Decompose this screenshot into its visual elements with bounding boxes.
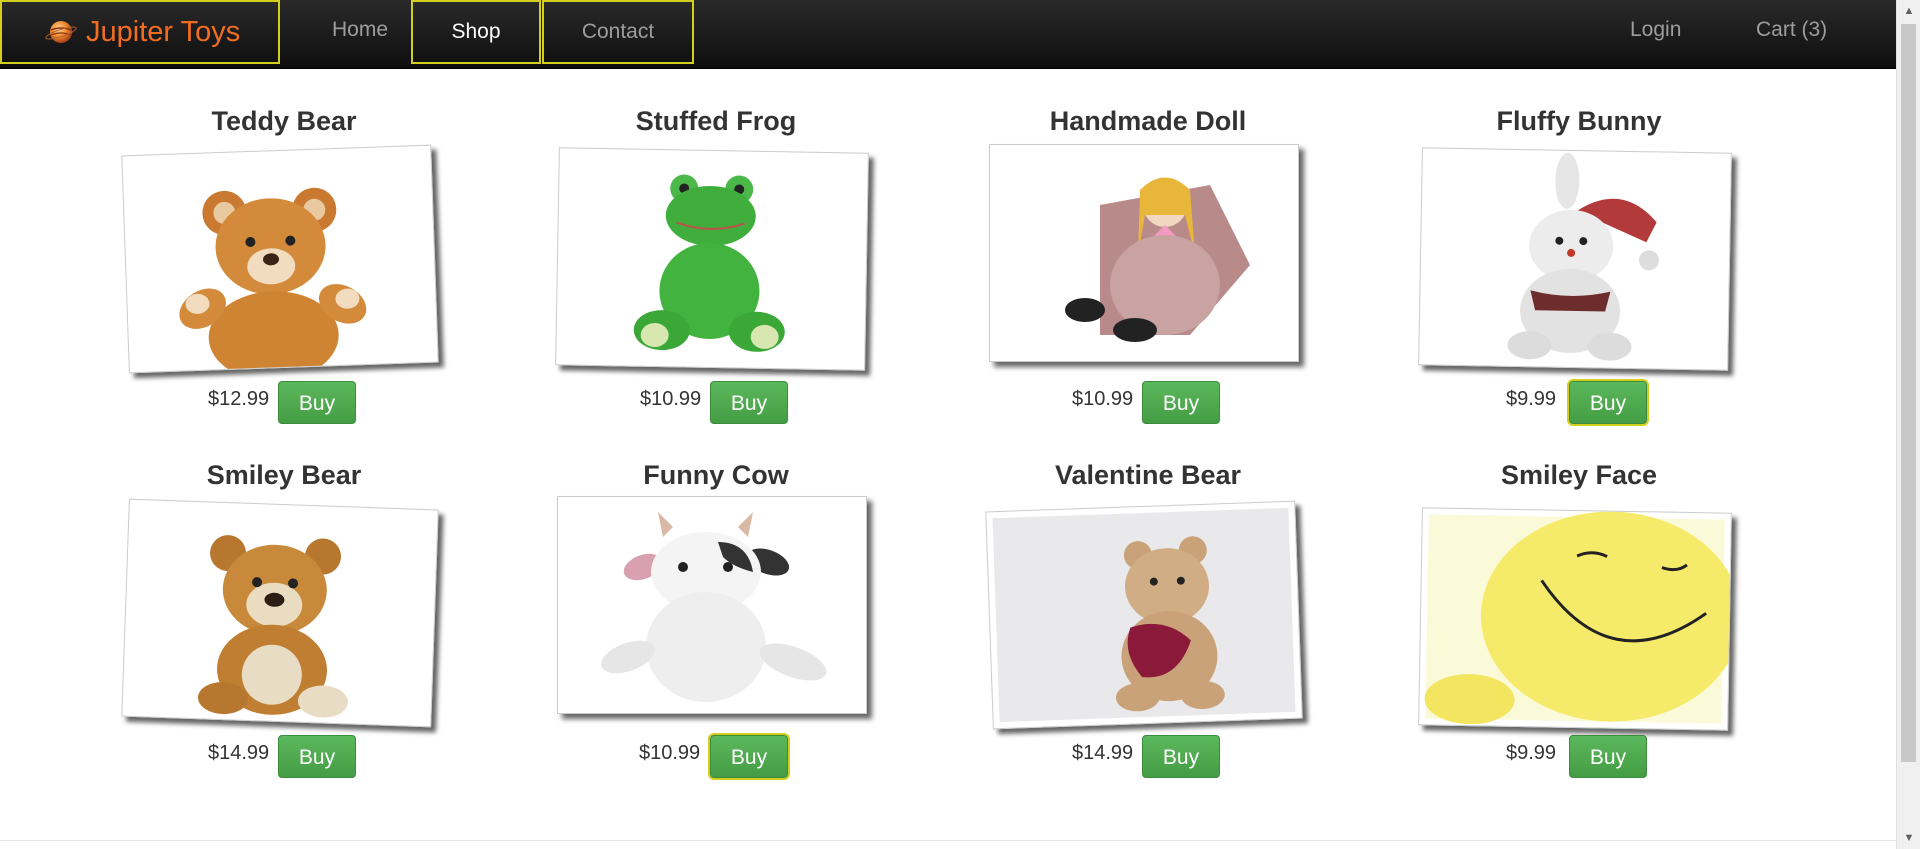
- vertical-scrollbar[interactable]: ▲ ▼: [1896, 0, 1920, 849]
- fluffy-bunny-image: [1418, 147, 1732, 371]
- handmade-doll-image: [989, 144, 1299, 362]
- product-card-smiley-bear: Smiley Bear $14.99 Buy: [119, 460, 449, 800]
- buy-button-teddy-bear[interactable]: Buy: [278, 381, 356, 424]
- product-price: $9.99: [1506, 388, 1557, 410]
- nav-contact-label: Contact: [581, 20, 655, 43]
- smiley-face-image: [1418, 507, 1732, 731]
- buy-button-handmade-doll[interactable]: Buy: [1142, 381, 1220, 424]
- product-title: Funny Cow: [643, 460, 789, 490]
- product-card-stuffed-frog: Stuffed Frog $10.99 Buy: [551, 106, 881, 446]
- nav-contact-link[interactable]: Contact: [542, 0, 694, 64]
- product-card-fluffy-bunny: Fluffy Bunny $9.99 Buy: [1414, 106, 1744, 446]
- product-price: $9.99: [1506, 742, 1557, 764]
- planet-icon: [45, 21, 77, 43]
- buy-button-smiley-face[interactable]: Buy: [1569, 735, 1647, 778]
- product-card-teddy-bear: Teddy Bear $12.99 Buy: [119, 106, 449, 446]
- nav-cart-link[interactable]: Cart (3): [1756, 0, 1827, 64]
- product-title: Fluffy Bunny: [1496, 106, 1662, 136]
- smiley-bear-image: [121, 498, 439, 728]
- valentine-bear-image: [985, 500, 1303, 730]
- stuffed-frog-image: [555, 147, 869, 371]
- nav-login-link[interactable]: Login: [1630, 0, 1681, 64]
- product-price: $12.99: [208, 388, 270, 410]
- product-title: Smiley Face: [1500, 460, 1658, 490]
- product-card-funny-cow: Funny Cow $10.99 Buy: [551, 460, 881, 800]
- product-card-smiley-face: Smiley Face $9.99 Buy: [1414, 460, 1744, 800]
- product-price: $10.99: [639, 742, 701, 764]
- buy-button-smiley-bear[interactable]: Buy: [278, 735, 356, 778]
- product-card-valentine-bear: Valentine Bear $14.99 Buy: [983, 460, 1313, 800]
- buy-button-stuffed-frog[interactable]: Buy: [710, 381, 788, 424]
- product-price: $14.99: [208, 742, 270, 764]
- product-price: $10.99: [640, 388, 702, 410]
- funny-cow-image: [557, 496, 867, 714]
- buy-button-fluffy-bunny[interactable]: Buy: [1569, 381, 1647, 424]
- brand-logo-link[interactable]: Jupiter Toys: [0, 0, 280, 64]
- product-title: Valentine Bear: [1054, 460, 1242, 490]
- nav-home-link[interactable]: Home: [332, 0, 388, 64]
- product-title: Handmade Doll: [1049, 106, 1247, 136]
- divider: [0, 840, 1896, 841]
- product-title: Teddy Bear: [211, 106, 357, 136]
- teddy-bear-image: [121, 144, 439, 374]
- nav-shop-label: Shop: [451, 20, 501, 43]
- product-price: $14.99: [1072, 742, 1134, 764]
- nav-shop-link[interactable]: Shop: [411, 0, 541, 64]
- product-card-handmade-doll: Handmade Doll $10.99 Buy: [983, 106, 1313, 446]
- scrollbar-thumb[interactable]: [1901, 24, 1916, 762]
- top-navbar: Jupiter Toys Home Shop Contact Login Car…: [0, 0, 1896, 69]
- buy-button-funny-cow[interactable]: Buy: [710, 735, 788, 778]
- scroll-up-arrow-icon[interactable]: ▲: [1897, 0, 1920, 22]
- product-title: Smiley Bear: [206, 460, 362, 490]
- product-title: Stuffed Frog: [635, 106, 797, 136]
- brand-name: Jupiter Toys: [86, 15, 241, 48]
- buy-button-valentine-bear[interactable]: Buy: [1142, 735, 1220, 778]
- scroll-down-arrow-icon[interactable]: ▼: [1897, 827, 1920, 849]
- product-price: $10.99: [1072, 388, 1134, 410]
